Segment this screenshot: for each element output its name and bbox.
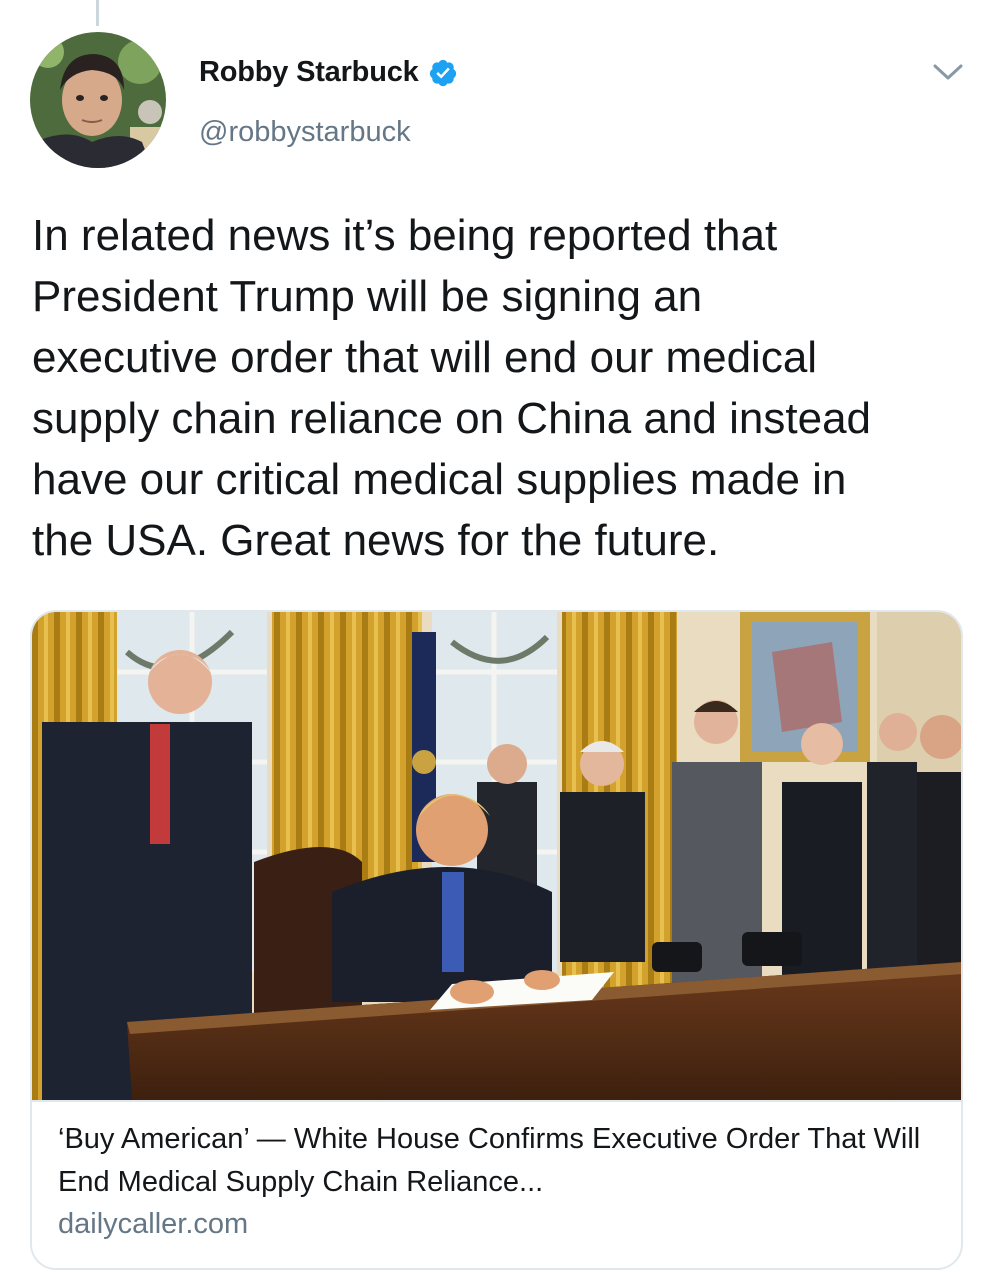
link-preview-card[interactable]: ‘Buy American’ — White House Confirms Ex… [30,610,963,1270]
author-display-name[interactable]: Robby Starbuck [199,56,419,89]
card-image[interactable] [32,612,961,1100]
card-body[interactable]: ‘Buy American’ — White House Confirms Ex… [32,1100,961,1240]
thread-connector-line [96,0,99,26]
card-domain[interactable]: dailycaller.com [58,1208,248,1241]
avatar[interactable] [30,32,166,168]
profile-photo-icon [30,32,166,168]
author-name-row[interactable]: Robby Starbuck [199,56,458,89]
verified-badge-icon [428,58,458,88]
oval-office-signing-photo-icon [32,612,961,1100]
author-handle[interactable]: @robbystarbuck [199,116,411,149]
chevron-down-icon[interactable] [930,58,966,86]
tweet-text: In related news it’s being reported that… [32,211,872,565]
card-title[interactable]: ‘Buy American’ — White House Confirms Ex… [58,1118,948,1204]
